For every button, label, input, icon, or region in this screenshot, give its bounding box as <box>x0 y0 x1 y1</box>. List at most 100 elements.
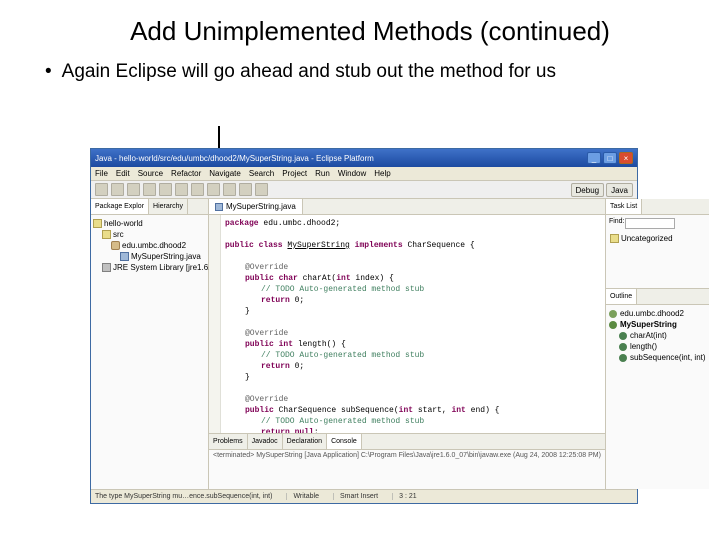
package-icon <box>609 310 617 318</box>
tab-hierarchy[interactable]: Hierarchy <box>149 199 188 214</box>
perspective-java[interactable]: Java <box>606 183 633 197</box>
task-uncategorized[interactable]: Uncategorized <box>606 232 709 245</box>
status-insert-mode: Smart Insert <box>333 493 378 500</box>
window-titlebar: Java - hello-world/src/edu/umbc/dhood2/M… <box>91 149 637 167</box>
task-uncat-label: Uncategorized <box>621 234 673 243</box>
outline-pkg-label: edu.umbc.dhood2 <box>620 309 684 318</box>
perspective-bar: Debug Java <box>571 183 633 197</box>
outline-pane: Outline edu.umbc.dhood2 MySuperString ch… <box>606 289 709 489</box>
menu-window[interactable]: Window <box>338 169 366 178</box>
method-icon <box>619 354 627 362</box>
menu-run[interactable]: Run <box>315 169 330 178</box>
editor-gutter <box>209 215 221 433</box>
outline-m1-label: charAt(int) <box>630 331 667 340</box>
new-icon[interactable] <box>95 183 108 196</box>
editor-tab-label: MySuperString.java <box>226 202 296 211</box>
open-type-icon[interactable] <box>207 183 220 196</box>
tree-src-label: src <box>113 230 124 239</box>
outline-m3-label: subSequence(int, int) <box>630 353 706 362</box>
menu-source[interactable]: Source <box>138 169 163 178</box>
package-explorer-pane: Package Explor Hierarchy hello-world src… <box>91 199 209 489</box>
library-icon <box>102 263 111 272</box>
nav-forward-icon[interactable] <box>255 183 268 196</box>
tree-src[interactable]: src <box>93 229 206 240</box>
status-writable: Writable <box>286 493 319 500</box>
java-file-icon <box>120 252 129 261</box>
tab-task-list[interactable]: Task List <box>606 199 642 214</box>
code-editor[interactable]: package edu.umbc.dhood2; public class My… <box>209 215 605 433</box>
editor-tab-file[interactable]: MySuperString.java <box>209 199 303 214</box>
nav-back-icon[interactable] <box>239 183 252 196</box>
outline-method-length[interactable]: length() <box>609 341 706 352</box>
save-icon[interactable] <box>111 183 124 196</box>
tab-outline[interactable]: Outline <box>606 289 637 304</box>
outline-class-label: MySuperString <box>620 320 677 329</box>
menu-refactor[interactable]: Refactor <box>171 169 201 178</box>
menu-edit[interactable]: Edit <box>116 169 130 178</box>
editor-tabs: MySuperString.java <box>209 199 605 215</box>
bullet-dot: • <box>45 61 52 83</box>
menu-file[interactable]: File <box>95 169 108 178</box>
folder-icon <box>610 234 619 243</box>
status-cursor-position: 3 : 21 <box>392 493 417 500</box>
window-title: Java - hello-world/src/edu/umbc/dhood2/M… <box>95 154 585 163</box>
bullet-text: Again Eclipse will go ahead and stub out… <box>62 61 556 83</box>
outline-tree: edu.umbc.dhood2 MySuperString charAt(int… <box>606 305 709 366</box>
source-folder-icon <box>102 230 111 239</box>
search-icon[interactable] <box>223 183 236 196</box>
method-icon <box>619 332 627 340</box>
project-icon <box>93 219 102 228</box>
print-icon[interactable] <box>127 183 140 196</box>
right-pane: Task List Find: Uncategorized Outline ed… <box>605 199 709 489</box>
package-explorer-tree: hello-world src edu.umbc.dhood2 MySuperS… <box>91 215 208 276</box>
outline-method-subsequence[interactable]: subSequence(int, int) <box>609 352 706 363</box>
new-package-icon[interactable] <box>191 183 204 196</box>
menu-help[interactable]: Help <box>374 169 390 178</box>
new-class-icon[interactable] <box>175 183 188 196</box>
tree-java-file[interactable]: MySuperString.java <box>93 251 206 262</box>
java-file-icon <box>215 203 223 211</box>
tree-package-label: edu.umbc.dhood2 <box>122 241 186 250</box>
tab-javadoc[interactable]: Javadoc <box>248 434 283 449</box>
status-bar: The type MySuperString mu…ence.subSequen… <box>91 489 637 503</box>
task-find-row: Find: <box>609 218 706 229</box>
slide-title: Add Unimplemented Methods (continued) <box>0 0 720 55</box>
run-icon[interactable] <box>159 183 172 196</box>
task-list-pane: Task List Find: Uncategorized <box>606 199 709 289</box>
tree-jre-lib[interactable]: JRE System Library [jre1.6.0_0… <box>93 262 206 273</box>
ide-body: Package Explor Hierarchy hello-world src… <box>91 199 637 489</box>
perspective-debug[interactable]: Debug <box>571 183 605 197</box>
menu-search[interactable]: Search <box>249 169 274 178</box>
tab-console[interactable]: Console <box>327 434 362 449</box>
outline-m2-label: length() <box>630 342 657 351</box>
method-icon <box>619 343 627 351</box>
status-hint: The type MySuperString mu…ence.subSequen… <box>95 493 272 500</box>
menu-navigate[interactable]: Navigate <box>209 169 241 178</box>
outline-method-charat[interactable]: charAt(int) <box>609 330 706 341</box>
tab-declaration[interactable]: Declaration <box>283 434 327 449</box>
eclipse-screenshot: Java - hello-world/src/edu/umbc/dhood2/M… <box>90 148 638 504</box>
maximize-button[interactable]: □ <box>603 152 617 164</box>
close-button[interactable]: × <box>619 152 633 164</box>
tree-project[interactable]: hello-world <box>93 218 206 229</box>
editor-pane: MySuperString.java package edu.umbc.dhoo… <box>209 199 605 489</box>
console-output: <terminated> MySuperString [Java Applica… <box>209 450 605 489</box>
task-find-input[interactable] <box>625 218 675 229</box>
tab-problems[interactable]: Problems <box>209 434 248 449</box>
debug-icon[interactable] <box>143 183 156 196</box>
toolbar <box>91 181 637 199</box>
find-label: Find: <box>609 218 625 229</box>
class-icon <box>609 321 617 329</box>
tree-package[interactable]: edu.umbc.dhood2 <box>93 240 206 251</box>
bottom-tabs: Problems Javadoc Declaration Console <box>209 434 605 450</box>
menu-project[interactable]: Project <box>282 169 307 178</box>
left-tabs: Package Explor Hierarchy <box>91 199 208 215</box>
menu-bar: File Edit Source Refactor Navigate Searc… <box>91 167 637 181</box>
bottom-pane: Problems Javadoc Declaration Console <te… <box>209 433 605 489</box>
tab-package-explorer[interactable]: Package Explor <box>91 199 149 214</box>
minimize-button[interactable]: _ <box>587 152 601 164</box>
package-icon <box>111 241 120 250</box>
outline-class[interactable]: MySuperString <box>609 319 706 330</box>
outline-package[interactable]: edu.umbc.dhood2 <box>609 308 706 319</box>
slide-bullet: • Again Eclipse will go ahead and stub o… <box>0 55 720 93</box>
